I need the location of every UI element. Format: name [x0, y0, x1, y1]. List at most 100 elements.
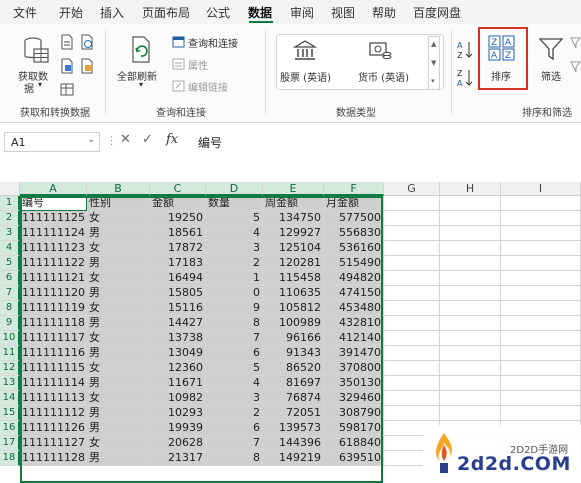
table-cell[interactable]: 111111123: [20, 241, 87, 256]
table-cell[interactable]: 111111120: [20, 286, 87, 301]
sort-ascending-icon[interactable]: A Z: [457, 40, 473, 60]
table-cell[interactable]: 111111117: [20, 331, 87, 346]
empty-cell[interactable]: [501, 286, 581, 301]
empty-cell[interactable]: [501, 196, 581, 211]
tab-help[interactable]: 帮助: [372, 4, 396, 21]
table-cell[interactable]: 女: [87, 361, 150, 376]
table-cell[interactable]: 577500: [324, 211, 384, 226]
empty-cell[interactable]: [501, 211, 581, 226]
table-cell[interactable]: 111111121: [20, 271, 87, 286]
empty-cell[interactable]: [501, 301, 581, 316]
table-cell[interactable]: 111111112: [20, 406, 87, 421]
existing-connections-icon[interactable]: [60, 82, 74, 96]
table-cell[interactable]: 111111115: [20, 361, 87, 376]
row-header[interactable]: 18: [0, 451, 20, 466]
empty-cell[interactable]: [440, 196, 501, 211]
header-cell[interactable]: 月金额: [324, 196, 384, 211]
table-cell[interactable]: 女: [87, 436, 150, 451]
more-options-icon[interactable]: ⋮: [106, 134, 117, 147]
table-cell[interactable]: 96166: [263, 331, 324, 346]
table-cell[interactable]: 72051: [263, 406, 324, 421]
row-header[interactable]: 9: [0, 316, 20, 331]
row-header[interactable]: 6: [0, 271, 20, 286]
table-cell[interactable]: 100989: [263, 316, 324, 331]
column-header-c[interactable]: C: [150, 182, 206, 196]
table-cell[interactable]: 111111114: [20, 376, 87, 391]
row-header[interactable]: 5: [0, 256, 20, 271]
table-cell[interactable]: 432810: [324, 316, 384, 331]
table-cell[interactable]: 111111124: [20, 226, 87, 241]
empty-cell[interactable]: [440, 211, 501, 226]
table-cell[interactable]: 111111126: [20, 421, 87, 436]
table-cell[interactable]: 598170: [324, 421, 384, 436]
tab-baidu-netdisk[interactable]: 百度网盘: [413, 4, 461, 21]
empty-cell[interactable]: [440, 331, 501, 346]
table-cell[interactable]: 12360: [150, 361, 206, 376]
row-header[interactable]: 3: [0, 226, 20, 241]
empty-cell[interactable]: [440, 376, 501, 391]
tab-file[interactable]: 文件: [13, 4, 37, 21]
empty-cell[interactable]: [384, 391, 440, 406]
empty-cell[interactable]: [501, 241, 581, 256]
empty-cell[interactable]: [384, 196, 440, 211]
recent-sources-icon[interactable]: [80, 58, 94, 74]
table-cell[interactable]: 男: [87, 256, 150, 271]
empty-cell[interactable]: [440, 271, 501, 286]
header-cell[interactable]: 编号: [20, 196, 87, 211]
table-cell[interactable]: 91343: [263, 346, 324, 361]
table-cell[interactable]: 536160: [324, 241, 384, 256]
column-header-i[interactable]: I: [501, 182, 581, 196]
column-header-b[interactable]: B: [87, 182, 150, 196]
tab-data[interactable]: 数据: [248, 4, 272, 21]
table-cell[interactable]: 女: [87, 241, 150, 256]
table-cell[interactable]: 19939: [150, 421, 206, 436]
empty-cell[interactable]: [501, 376, 581, 391]
clear-filter-icon[interactable]: [570, 36, 581, 50]
empty-cell[interactable]: [384, 211, 440, 226]
table-cell[interactable]: 0: [206, 286, 263, 301]
row-header[interactable]: 7: [0, 286, 20, 301]
row-header[interactable]: 11: [0, 346, 20, 361]
table-cell[interactable]: 17872: [150, 241, 206, 256]
table-cell[interactable]: 6: [206, 421, 263, 436]
row-header[interactable]: 17: [0, 436, 20, 451]
tab-view[interactable]: 视图: [331, 4, 355, 21]
table-cell[interactable]: 男: [87, 406, 150, 421]
column-header-a[interactable]: A: [20, 182, 87, 196]
row-header[interactable]: 13: [0, 376, 20, 391]
table-cell[interactable]: 21317: [150, 451, 206, 466]
table-cell[interactable]: 115458: [263, 271, 324, 286]
expand-gallery-icon[interactable]: ▾: [431, 77, 435, 85]
table-cell[interactable]: 391470: [324, 346, 384, 361]
empty-cell[interactable]: [440, 241, 501, 256]
empty-cell[interactable]: [384, 301, 440, 316]
properties-button[interactable]: 属性: [188, 57, 208, 72]
table-cell[interactable]: 5: [206, 211, 263, 226]
table-cell[interactable]: 女: [87, 211, 150, 226]
table-cell[interactable]: 男: [87, 286, 150, 301]
table-cell[interactable]: 86520: [263, 361, 324, 376]
empty-cell[interactable]: [440, 391, 501, 406]
column-header-h[interactable]: H: [440, 182, 501, 196]
header-cell[interactable]: 性别: [87, 196, 150, 211]
table-cell[interactable]: 7: [206, 436, 263, 451]
table-cell[interactable]: 81697: [263, 376, 324, 391]
empty-cell[interactable]: [440, 286, 501, 301]
row-header[interactable]: 10: [0, 331, 20, 346]
table-cell[interactable]: 9: [206, 301, 263, 316]
table-cell[interactable]: 7: [206, 331, 263, 346]
table-cell[interactable]: 6: [206, 346, 263, 361]
table-cell[interactable]: 女: [87, 301, 150, 316]
table-cell[interactable]: 474150: [324, 286, 384, 301]
table-cell[interactable]: 15116: [150, 301, 206, 316]
row-header[interactable]: 1: [0, 196, 20, 211]
empty-cell[interactable]: [384, 376, 440, 391]
table-cell[interactable]: 女: [87, 331, 150, 346]
table-cell[interactable]: 17183: [150, 256, 206, 271]
empty-cell[interactable]: [384, 226, 440, 241]
table-cell[interactable]: 16494: [150, 271, 206, 286]
table-cell[interactable]: 男: [87, 376, 150, 391]
queries-connections-button[interactable]: 查询和连接: [188, 35, 238, 50]
empty-cell[interactable]: [501, 256, 581, 271]
table-cell[interactable]: 13049: [150, 346, 206, 361]
